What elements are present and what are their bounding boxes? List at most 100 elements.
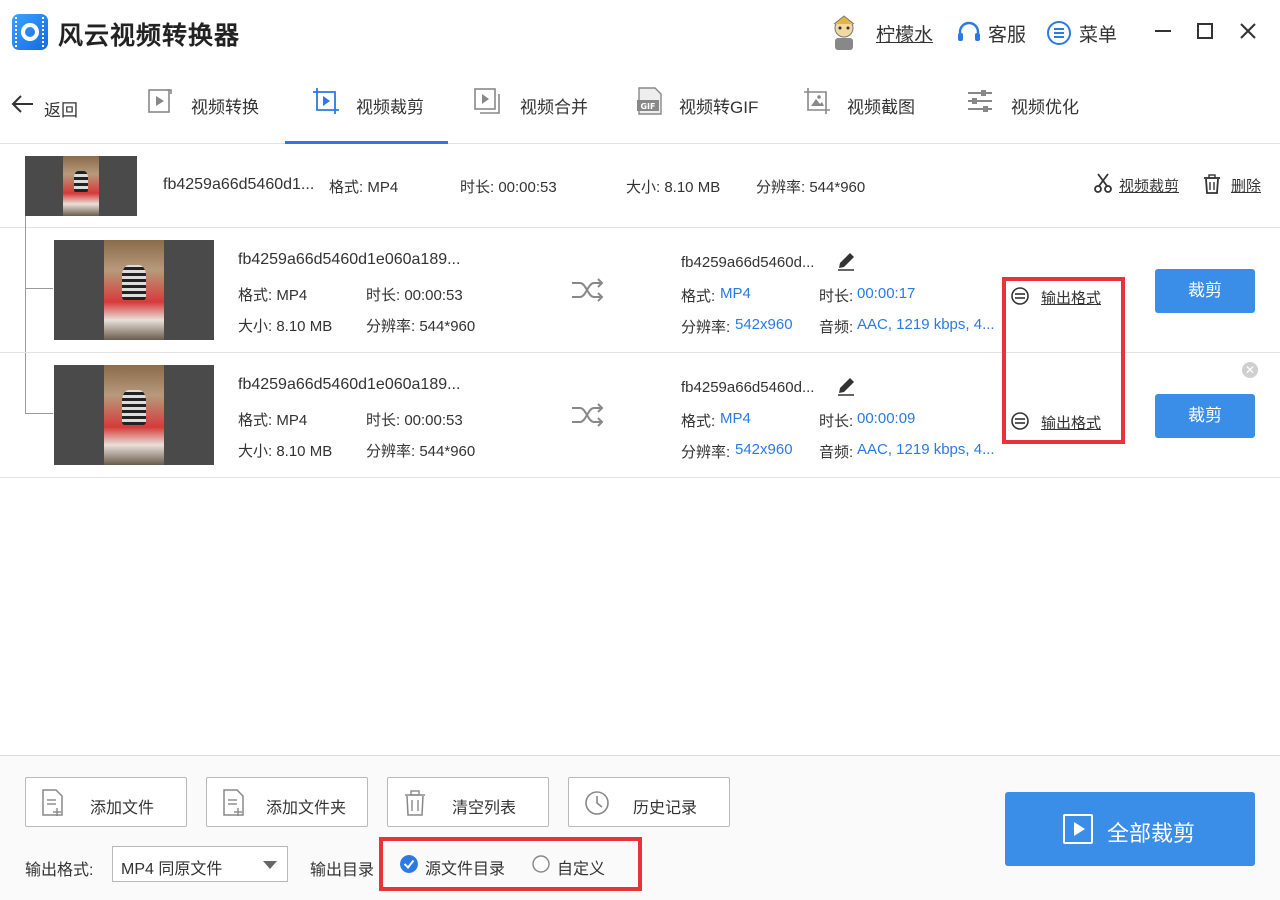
tab-label: 视频转换 <box>191 98 259 117</box>
arrow-left-icon <box>11 95 33 113</box>
source-format: 格式: MP4 <box>329 179 399 196</box>
tab-video-optimize[interactable]: 视频优化 <box>955 64 1105 144</box>
avatar[interactable] <box>826 14 862 52</box>
app-title: 风云视频转换器 <box>58 22 241 50</box>
shuffle-icon <box>572 403 604 427</box>
output-format-label: 输出格式: <box>25 862 94 879</box>
clear-list-button[interactable]: 清空列表 <box>387 777 549 827</box>
customer-service-button[interactable]: 客服 <box>988 20 1026 47</box>
source-filename: fb4259a66d5460d1... <box>163 176 315 193</box>
clip-output-audio-label: 音频: <box>819 444 854 461</box>
user-name-link[interactable]: 柠檬水 <box>876 20 933 47</box>
trash-icon <box>405 790 425 816</box>
clip-output-audio: AAC, 1219 kbps, 4... <box>857 316 995 333</box>
clip-output-format-label: 格式: <box>681 413 716 430</box>
clip-thumbnail <box>54 365 214 465</box>
add-folder-icon <box>223 789 244 816</box>
highlight-box <box>1002 277 1125 444</box>
clip-output-format: MP4 <box>720 285 751 302</box>
app-logo-icon <box>12 14 48 50</box>
video-merge-icon <box>474 88 500 114</box>
delete-link[interactable]: 删除 <box>1231 175 1261 196</box>
shuffle-icon <box>572 278 604 302</box>
clip-output-name: fb4259a66d5460d... <box>681 254 815 271</box>
optimize-icon <box>968 90 992 112</box>
headset-icon[interactable] <box>956 20 982 46</box>
source-size: 大小: 8.10 MB <box>626 179 721 196</box>
add-file-icon <box>42 789 63 816</box>
clip-input-duration: 时长: 00:00:53 <box>366 412 463 429</box>
tab-label: 视频合并 <box>520 98 588 117</box>
video-convert-icon <box>148 89 172 113</box>
tab-video-crop[interactable]: 视频裁剪 <box>285 64 448 144</box>
clip-input-name: fb4259a66d5460d1e060a189... <box>238 376 461 393</box>
clip-output-resolution-label: 分辨率: <box>681 319 731 336</box>
cut-button[interactable]: 裁剪 <box>1155 394 1255 438</box>
highlight-box <box>379 837 642 891</box>
add-file-label: 添加文件 <box>90 800 155 817</box>
clip-input-format: 格式: MP4 <box>238 287 308 304</box>
clip-output-name: fb4259a66d5460d... <box>681 379 815 396</box>
output-format-select[interactable]: MP4 同原文件 <box>112 846 288 882</box>
close-icon[interactable] <box>1235 18 1261 44</box>
clip-input-resolution: 分辨率: 544*960 <box>366 443 476 460</box>
add-folder-label: 添加文件夹 <box>266 800 347 817</box>
back-label: 返回 <box>44 101 78 120</box>
history-label: 历史记录 <box>633 800 698 817</box>
clip-output-format-label: 格式: <box>681 288 716 305</box>
add-folder-button[interactable]: 添加文件夹 <box>206 777 368 827</box>
tab-label: 视频截图 <box>847 98 915 117</box>
tab-label: 视频优化 <box>1011 98 1079 117</box>
source-duration: 时长: 00:00:53 <box>460 179 557 196</box>
clip-input-resolution: 分辨率: 544*960 <box>366 318 476 335</box>
source-thumbnail <box>25 156 137 216</box>
clip-output-duration: 00:00:17 <box>857 285 916 302</box>
edit-pencil-icon[interactable] <box>836 376 856 396</box>
scissors-icon <box>1094 173 1112 193</box>
tab-label: 视频转GIF <box>679 98 759 117</box>
tab-bar: 返回 视频转换 视频裁剪 视频合并 GIF 视频转GIF 视频截图 视频优化 <box>0 64 1280 144</box>
screenshot-icon <box>804 88 830 114</box>
clip-input-duration: 时长: 00:00:53 <box>366 287 463 304</box>
video-crop-icon <box>313 88 339 114</box>
clip-input-format: 格式: MP4 <box>238 412 308 429</box>
menu-icon[interactable] <box>1046 20 1072 46</box>
tab-label: 视频裁剪 <box>356 98 424 117</box>
clip-output-format: MP4 <box>720 410 751 427</box>
source-file-row[interactable]: fb4259a66d5460d1... 格式: MP4 时长: 00:00:53… <box>0 144 1280 228</box>
crop-all-label: 全部裁剪 <box>1107 821 1196 846</box>
clock-icon <box>585 791 609 815</box>
play-icon <box>1063 814 1093 844</box>
title-bar: 风云视频转换器 柠檬水 客服 菜单 <box>0 0 1280 64</box>
remove-clip-icon[interactable]: ✕ <box>1242 362 1258 378</box>
crop-all-button[interactable]: 全部裁剪 <box>1005 792 1255 866</box>
output-format-value: MP4 同原文件 <box>121 861 223 878</box>
menu-button[interactable]: 菜单 <box>1079 20 1117 47</box>
minimize-icon[interactable] <box>1150 18 1176 44</box>
video-crop-link[interactable]: 视频裁剪 <box>1119 175 1179 196</box>
clip-output-resolution: 542x960 <box>735 441 793 458</box>
add-file-button[interactable]: 添加文件 <box>25 777 187 827</box>
clip-input-size: 大小: 8.10 MB <box>238 443 333 460</box>
tab-video-screenshot[interactable]: 视频截图 <box>790 64 940 144</box>
svg-text:GIF: GIF <box>640 102 655 111</box>
clear-list-label: 清空列表 <box>452 800 517 817</box>
clip-output-resolution-label: 分辨率: <box>681 444 731 461</box>
tab-video-merge[interactable]: 视频合并 <box>460 64 610 144</box>
clip-output-resolution: 542x960 <box>735 316 793 333</box>
clip-output-audio: AAC, 1219 kbps, 4... <box>857 441 995 458</box>
clip-input-name: fb4259a66d5460d1e060a189... <box>238 251 461 268</box>
clip-output-duration: 00:00:09 <box>857 410 916 427</box>
clip-thumbnail <box>54 240 214 340</box>
tab-video-convert[interactable]: 视频转换 <box>135 64 285 144</box>
history-button[interactable]: 历史记录 <box>568 777 730 827</box>
tab-video-gif[interactable]: GIF 视频转GIF <box>625 64 780 144</box>
cut-button[interactable]: 裁剪 <box>1155 269 1255 313</box>
clip-output-duration-label: 时长: <box>819 413 854 430</box>
clip-output-audio-label: 音频: <box>819 319 854 336</box>
source-resolution: 分辨率: 544*960 <box>756 179 866 196</box>
trash-icon <box>1204 174 1220 194</box>
clip-input-size: 大小: 8.10 MB <box>238 318 333 335</box>
edit-pencil-icon[interactable] <box>836 251 856 271</box>
maximize-icon[interactable] <box>1192 18 1218 44</box>
